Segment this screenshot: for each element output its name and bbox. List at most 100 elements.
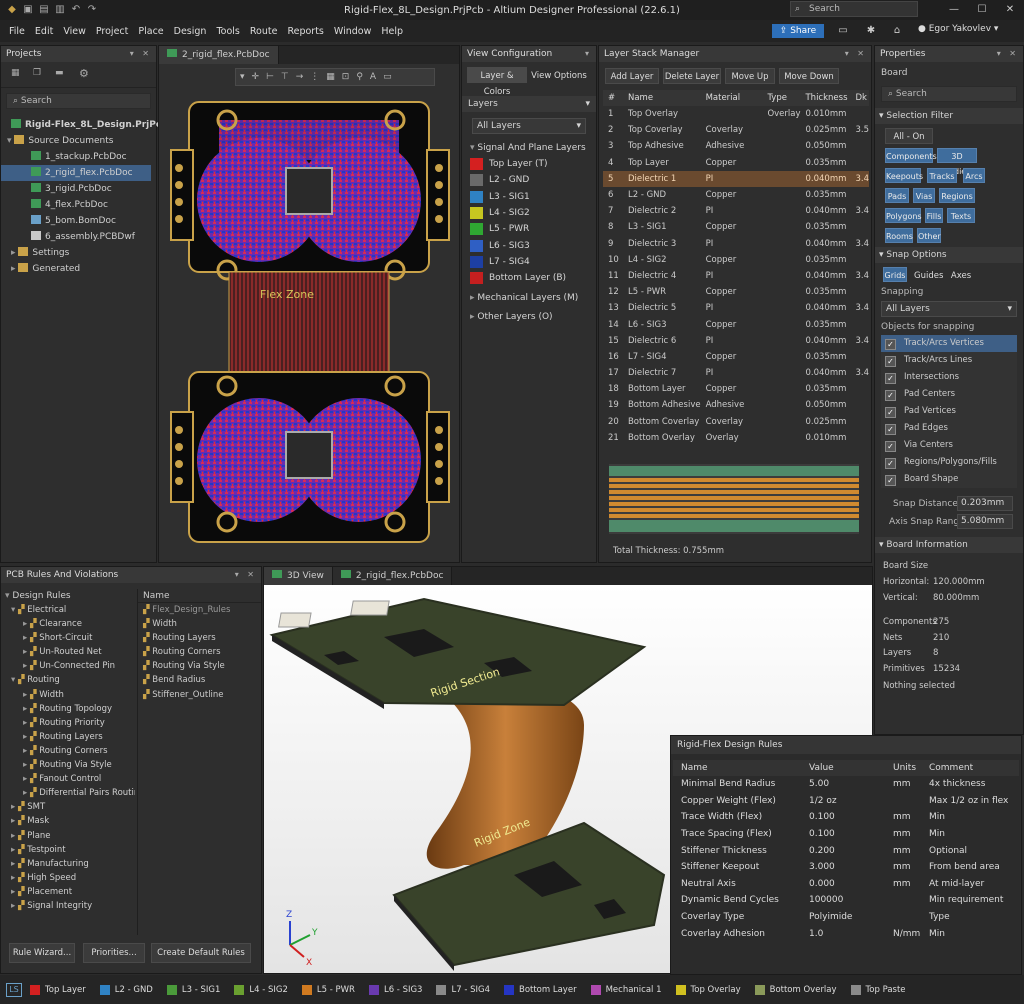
layer-row[interactable]: L5 - PWR: [462, 221, 596, 237]
snap-object-item[interactable]: ✓ Pad Centers: [881, 386, 1017, 403]
copy-icon[interactable]: ❐: [33, 68, 41, 78]
layer-tab[interactable]: Bottom Overlay: [754, 984, 837, 995]
layer-stack-row[interactable]: 9 Dielectric 3 PI 0.040mm 3.4: [603, 236, 869, 252]
folder-icon[interactable]: ▬: [55, 68, 64, 78]
rule-tree-item[interactable]: ▸ ▞ Differential Pairs Routing: [1, 786, 135, 800]
design-rules-root[interactable]: ▾ Design Rules: [1, 589, 135, 603]
menu-file[interactable]: File: [4, 26, 30, 37]
notifications-icon[interactable]: ▭: [834, 23, 852, 39]
col-name[interactable]: Name: [622, 90, 701, 106]
flex-rule-row[interactable]: Minimal Bend Radius 5.00 mm 4x thickness: [673, 776, 1019, 793]
menu-help[interactable]: Help: [376, 26, 408, 37]
layer-tab[interactable]: Top Paste: [850, 984, 906, 995]
snap-object-item[interactable]: ✓ Track/Arcs Vertices: [881, 335, 1017, 352]
layer-filter-select[interactable]: All Layers ▾: [472, 118, 586, 134]
layer-color-swatch[interactable]: [470, 174, 483, 187]
projects-search-input[interactable]: ⌕ Search: [6, 93, 151, 109]
axis-snap-range-input[interactable]: 5.080mm: [957, 514, 1013, 529]
layer-stack-row[interactable]: 10 L4 - SIG2 Copper 0.035mm: [603, 252, 869, 268]
selection-filter-chip[interactable]: Fills: [925, 208, 943, 223]
layer-stack-row[interactable]: 3 Top Adhesive Adhesive 0.050mm: [603, 138, 869, 154]
selection-filter-chip[interactable]: Regions: [939, 188, 975, 203]
snap-object-item[interactable]: ✓ Intersections: [881, 369, 1017, 386]
layers-section-header[interactable]: Layers ▾: [462, 96, 596, 112]
snap-object-item[interactable]: ✓ Track/Arcs Lines: [881, 352, 1017, 369]
delete-layer-button[interactable]: Delete Layer: [663, 68, 721, 84]
rule-tree-item[interactable]: ▸ ▞ SMT: [1, 800, 135, 814]
close-button[interactable]: ✕: [996, 0, 1024, 20]
tab-layer-colors[interactable]: Layer & Colors: [467, 67, 527, 97]
selection-filter-chip[interactable]: Arcs: [963, 168, 985, 183]
layer-stack-row[interactable]: 8 L3 - SIG1 Copper 0.035mm: [603, 219, 869, 235]
rule-tree-item[interactable]: ▸ ▞ Routing Corners: [1, 744, 135, 758]
snapping-layers-select[interactable]: All Layers ▾: [881, 301, 1017, 317]
tab-view-options[interactable]: View Options: [529, 67, 589, 83]
gear-icon[interactable]: ⚙: [79, 67, 89, 80]
redo-icon[interactable]: ↷: [86, 4, 98, 16]
menu-project[interactable]: Project: [91, 26, 134, 37]
doc-tab[interactable]: 2_rigid_flex.PcbDoc: [159, 46, 279, 64]
checkbox[interactable]: ✓: [885, 373, 896, 384]
selection-filter-chip[interactable]: Pads: [885, 188, 909, 203]
panel-pin-icon[interactable]: ▾ ✕: [235, 567, 257, 583]
layer-stack-row[interactable]: 20 Bottom Coverlay Coverlay 0.025mm: [603, 414, 869, 430]
save-icon[interactable]: ▣: [22, 4, 34, 16]
panel-pin-icon[interactable]: ▾ ✕: [130, 46, 152, 62]
rule-tree-item[interactable]: ▾ ▞ Electrical: [1, 603, 135, 617]
add-layer-button[interactable]: Add Layer: [605, 68, 659, 84]
snap-object-item[interactable]: ✓ Regions/Polygons/Fills: [881, 454, 1017, 471]
layer-stack-row[interactable]: 12 L5 - PWR Copper 0.035mm: [603, 284, 869, 300]
rule-tree-item[interactable]: ▸ ▞ Testpoint: [1, 843, 135, 857]
rule-tree-item[interactable]: ▸ ▞ High Speed: [1, 871, 135, 885]
selection-filter-chip[interactable]: Other: [917, 228, 941, 243]
checkbox[interactable]: ✓: [885, 390, 896, 401]
all-on-button[interactable]: All - On: [885, 128, 933, 144]
rule-name-item[interactable]: ▞ Routing Via Style: [138, 659, 261, 673]
move-down-button[interactable]: Move Down: [779, 68, 839, 84]
menu-place[interactable]: Place: [133, 26, 168, 37]
snap-options-header[interactable]: ▾ Snap Options: [875, 247, 1023, 263]
file-item[interactable]: 6_assembly.PCBDwf: [1, 229, 156, 245]
layer-row[interactable]: L2 - GND: [462, 172, 596, 188]
menu-tools[interactable]: Tools: [211, 26, 244, 37]
layer-color-swatch[interactable]: [470, 190, 483, 203]
flex-rule-row[interactable]: Neutral Axis 0.000 mm At mid-layer: [673, 876, 1019, 893]
user-account[interactable]: ● Egor Yakovlev ▾: [918, 24, 998, 34]
layer-tab[interactable]: L4 - SIG2: [234, 984, 288, 995]
checkbox[interactable]: ✓: [885, 475, 896, 486]
snap-object-item[interactable]: ✓ Board Shape: [881, 471, 1017, 488]
rule-tree-item[interactable]: ▸ ▞ Manufacturing: [1, 857, 135, 871]
rule-tree-item[interactable]: ▸ ▞ Un-Connected Pin: [1, 659, 135, 673]
rule-tree-item[interactable]: ▸ ▞ Signal Integrity: [1, 899, 135, 913]
flex-rule-row[interactable]: Stiffener Thickness 0.200 mm Optional: [673, 842, 1019, 859]
file-item[interactable]: 4_flex.PcbDoc: [1, 197, 156, 213]
layer-row[interactable]: L3 - SIG1: [462, 189, 596, 205]
menu-design[interactable]: Design: [169, 26, 212, 37]
panel-pin-icon[interactable]: ▾ ✕: [997, 46, 1019, 62]
rule-wizard-button[interactable]: Rule Wizard...: [9, 943, 75, 963]
create-default-rules-button[interactable]: Create Default Rules: [151, 943, 251, 963]
snap-distance-input[interactable]: 0.203mm: [957, 496, 1013, 511]
snap-object-item[interactable]: ✓ Pad Edges: [881, 420, 1017, 437]
snap-guides-toggle[interactable]: Guides: [913, 267, 943, 283]
layer-stack-row[interactable]: 19 Bottom Adhesive Adhesive 0.050mm: [603, 397, 869, 413]
flex-rule-row[interactable]: Trace Width (Flex) 0.100 mm Min: [673, 809, 1019, 826]
checkbox[interactable]: ✓: [885, 339, 896, 350]
flex-rule-row[interactable]: Coverlay Type Polyimide Type: [673, 909, 1019, 926]
layer-row[interactable]: L7 - SIG4: [462, 254, 596, 270]
panel-menu-icon[interactable]: ▾: [585, 46, 592, 62]
settings-icon[interactable]: ✱: [862, 23, 880, 39]
checkbox[interactable]: ✓: [885, 407, 896, 418]
layer-stack-row[interactable]: 15 Dielectric 6 PI 0.040mm 3.4: [603, 333, 869, 349]
snap-grids-toggle[interactable]: Grids: [883, 267, 907, 282]
layer-row[interactable]: L4 - SIG2: [462, 205, 596, 221]
layer-row[interactable]: Top Layer (T): [462, 156, 596, 172]
col-material[interactable]: Material: [700, 90, 763, 106]
layer-stack-row[interactable]: 6 L2 - GND Copper 0.035mm: [603, 187, 869, 203]
layer-stack-row[interactable]: 13 Dielectric 5 PI 0.040mm 3.4: [603, 300, 869, 316]
selection-filter-chip[interactable]: Keepouts: [885, 168, 923, 183]
signal-layers-group[interactable]: ▾ Signal And Plane Layers (S): [462, 140, 596, 169]
rule-tree-item[interactable]: ▸ ▞ Fanout Control: [1, 772, 135, 786]
layer-color-swatch[interactable]: [470, 272, 483, 285]
file-item-selected[interactable]: 2_rigid_flex.PcbDoc: [1, 165, 151, 181]
